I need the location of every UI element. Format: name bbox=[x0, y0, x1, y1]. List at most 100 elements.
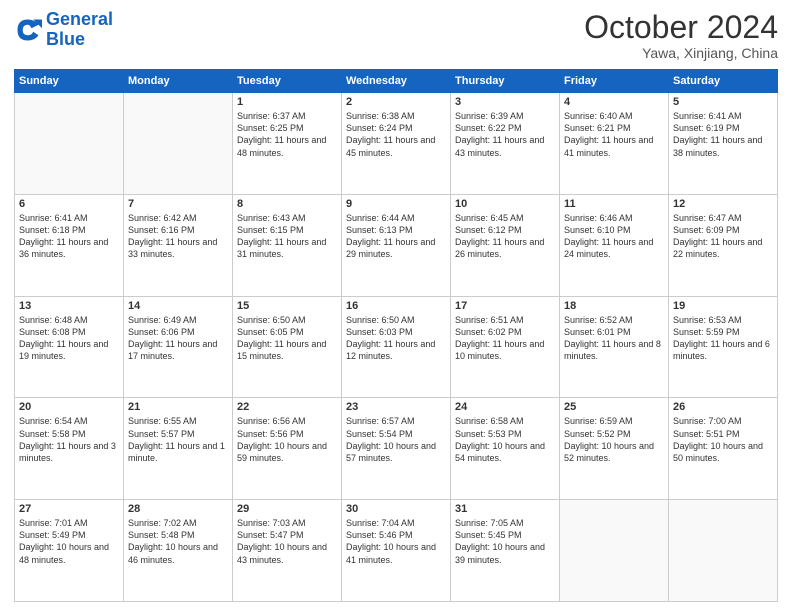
table-row: 27 Sunrise: 7:01 AM Sunset: 5:49 PM Dayli… bbox=[15, 500, 124, 602]
day-number: 2 bbox=[346, 96, 446, 108]
day-number: 18 bbox=[564, 300, 664, 312]
table-row: 29 Sunrise: 7:03 AM Sunset: 5:47 PM Dayli… bbox=[233, 500, 342, 602]
day-info: Sunrise: 6:47 AM Sunset: 6:09 PM Dayligh… bbox=[673, 212, 773, 261]
day-info: Sunrise: 6:37 AM Sunset: 6:25 PM Dayligh… bbox=[237, 110, 337, 159]
day-number: 25 bbox=[564, 401, 664, 413]
table-row: 11 Sunrise: 6:46 AM Sunset: 6:10 PM Dayli… bbox=[560, 194, 669, 296]
day-info: Sunrise: 6:39 AM Sunset: 6:22 PM Dayligh… bbox=[455, 110, 555, 159]
day-number: 15 bbox=[237, 300, 337, 312]
table-row: 24Sunrise: 6:58 AM Sunset: 5:53 PM Dayli… bbox=[451, 398, 560, 500]
day-info: Sunrise: 6:50 AM Sunset: 6:05 PM Dayligh… bbox=[237, 314, 337, 363]
calendar-week-row: 20 Sunrise: 6:54 AM Sunset: 5:58 PM Dayli… bbox=[15, 398, 778, 500]
day-info: Sunrise: 6:43 AM Sunset: 6:15 PM Dayligh… bbox=[237, 212, 337, 261]
day-number: 26 bbox=[673, 401, 773, 413]
logo: General Blue bbox=[14, 10, 113, 50]
day-info: Sunrise: 6:48 AM Sunset: 6:08 PM Dayligh… bbox=[19, 314, 119, 363]
day-number: 23 bbox=[346, 401, 446, 413]
table-row: 15 Sunrise: 6:50 AM Sunset: 6:05 PM Dayli… bbox=[233, 296, 342, 398]
day-info: Sunrise: 7:03 AM Sunset: 5:47 PM Dayligh… bbox=[237, 517, 337, 566]
table-row bbox=[669, 500, 778, 602]
table-row: 4Sunrise: 6:40 AM Sunset: 6:21 PM Daylig… bbox=[560, 93, 669, 195]
table-row: 12 Sunrise: 6:47 AM Sunset: 6:09 PM Dayli… bbox=[669, 194, 778, 296]
day-number: 16 bbox=[346, 300, 446, 312]
day-info: Sunrise: 6:49 AM Sunset: 6:06 PM Dayligh… bbox=[128, 314, 228, 363]
calendar-table: Sunday Monday Tuesday Wednesday Thursday… bbox=[14, 69, 778, 602]
table-row: 30 Sunrise: 7:04 AM Sunset: 5:46 PM Dayli… bbox=[342, 500, 451, 602]
day-number: 9 bbox=[346, 198, 446, 210]
table-row: 7Sunrise: 6:42 AM Sunset: 6:16 PM Daylig… bbox=[124, 194, 233, 296]
table-row: 9 Sunrise: 6:44 AM Sunset: 6:13 PM Daylig… bbox=[342, 194, 451, 296]
day-number: 22 bbox=[237, 401, 337, 413]
day-info: Sunrise: 6:38 AM Sunset: 6:24 PM Dayligh… bbox=[346, 110, 446, 159]
day-info: Sunrise: 6:44 AM Sunset: 6:13 PM Dayligh… bbox=[346, 212, 446, 261]
col-wednesday: Wednesday bbox=[342, 70, 451, 93]
day-info: Sunrise: 6:52 AM Sunset: 6:01 PM Dayligh… bbox=[564, 314, 664, 363]
day-number: 19 bbox=[673, 300, 773, 312]
day-info: Sunrise: 6:56 AM Sunset: 5:56 PM Dayligh… bbox=[237, 415, 337, 464]
day-number: 3 bbox=[455, 96, 555, 108]
day-number: 20 bbox=[19, 401, 119, 413]
table-row: 17Sunrise: 6:51 AM Sunset: 6:02 PM Dayli… bbox=[451, 296, 560, 398]
day-info: Sunrise: 6:50 AM Sunset: 6:03 PM Dayligh… bbox=[346, 314, 446, 363]
day-number: 8 bbox=[237, 198, 337, 210]
header: General Blue October 2024 Yawa, Xinjiang… bbox=[14, 10, 778, 61]
calendar-week-row: 13 Sunrise: 6:48 AM Sunset: 6:08 PM Dayli… bbox=[15, 296, 778, 398]
title-block: October 2024 Yawa, Xinjiang, China bbox=[584, 10, 778, 61]
table-row: 3 Sunrise: 6:39 AM Sunset: 6:22 PM Daylig… bbox=[451, 93, 560, 195]
day-info: Sunrise: 7:01 AM Sunset: 5:49 PM Dayligh… bbox=[19, 517, 119, 566]
table-row: 20 Sunrise: 6:54 AM Sunset: 5:58 PM Dayli… bbox=[15, 398, 124, 500]
table-row: 13 Sunrise: 6:48 AM Sunset: 6:08 PM Dayli… bbox=[15, 296, 124, 398]
table-row: 31Sunrise: 7:05 AM Sunset: 5:45 PM Dayli… bbox=[451, 500, 560, 602]
day-number: 5 bbox=[673, 96, 773, 108]
page: General Blue October 2024 Yawa, Xinjiang… bbox=[0, 0, 792, 612]
day-number: 14 bbox=[128, 300, 228, 312]
col-tuesday: Tuesday bbox=[233, 70, 342, 93]
col-thursday: Thursday bbox=[451, 70, 560, 93]
day-info: Sunrise: 6:55 AM Sunset: 5:57 PM Dayligh… bbox=[128, 415, 228, 464]
table-row: 25 Sunrise: 6:59 AM Sunset: 5:52 PM Dayli… bbox=[560, 398, 669, 500]
day-info: Sunrise: 6:51 AM Sunset: 6:02 PM Dayligh… bbox=[455, 314, 555, 363]
table-row: 1 Sunrise: 6:37 AM Sunset: 6:25 PM Daylig… bbox=[233, 93, 342, 195]
calendar-header-row: Sunday Monday Tuesday Wednesday Thursday… bbox=[15, 70, 778, 93]
day-number: 13 bbox=[19, 300, 119, 312]
col-monday: Monday bbox=[124, 70, 233, 93]
logo-line1: General bbox=[46, 9, 113, 29]
day-number: 30 bbox=[346, 503, 446, 515]
table-row: 16 Sunrise: 6:50 AM Sunset: 6:03 PM Dayli… bbox=[342, 296, 451, 398]
day-number: 21 bbox=[128, 401, 228, 413]
day-number: 27 bbox=[19, 503, 119, 515]
col-sunday: Sunday bbox=[15, 70, 124, 93]
day-info: Sunrise: 7:04 AM Sunset: 5:46 PM Dayligh… bbox=[346, 517, 446, 566]
day-number: 6 bbox=[19, 198, 119, 210]
day-info: Sunrise: 7:00 AM Sunset: 5:51 PM Dayligh… bbox=[673, 415, 773, 464]
day-info: Sunrise: 6:41 AM Sunset: 6:18 PM Dayligh… bbox=[19, 212, 119, 261]
logo-line2: Blue bbox=[46, 29, 85, 49]
calendar-week-row: 6 Sunrise: 6:41 AM Sunset: 6:18 PM Daylig… bbox=[15, 194, 778, 296]
table-row bbox=[124, 93, 233, 195]
day-info: Sunrise: 6:41 AM Sunset: 6:19 PM Dayligh… bbox=[673, 110, 773, 159]
logo-icon bbox=[14, 16, 42, 44]
table-row bbox=[560, 500, 669, 602]
day-info: Sunrise: 6:40 AM Sunset: 6:21 PM Dayligh… bbox=[564, 110, 664, 159]
day-number: 28 bbox=[128, 503, 228, 515]
col-friday: Friday bbox=[560, 70, 669, 93]
table-row: 2 Sunrise: 6:38 AM Sunset: 6:24 PM Daylig… bbox=[342, 93, 451, 195]
day-number: 11 bbox=[564, 198, 664, 210]
logo-text: General Blue bbox=[46, 10, 113, 50]
table-row: 23Sunrise: 6:57 AM Sunset: 5:54 PM Dayli… bbox=[342, 398, 451, 500]
table-row: 5 Sunrise: 6:41 AM Sunset: 6:19 PM Daylig… bbox=[669, 93, 778, 195]
day-number: 29 bbox=[237, 503, 337, 515]
table-row: 8 Sunrise: 6:43 AM Sunset: 6:15 PM Daylig… bbox=[233, 194, 342, 296]
day-number: 1 bbox=[237, 96, 337, 108]
table-row: 6 Sunrise: 6:41 AM Sunset: 6:18 PM Daylig… bbox=[15, 194, 124, 296]
day-info: Sunrise: 6:59 AM Sunset: 5:52 PM Dayligh… bbox=[564, 415, 664, 464]
day-info: Sunrise: 6:54 AM Sunset: 5:58 PM Dayligh… bbox=[19, 415, 119, 464]
day-number: 12 bbox=[673, 198, 773, 210]
table-row: 10Sunrise: 6:45 AM Sunset: 6:12 PM Dayli… bbox=[451, 194, 560, 296]
day-number: 31 bbox=[455, 503, 555, 515]
day-info: Sunrise: 6:45 AM Sunset: 6:12 PM Dayligh… bbox=[455, 212, 555, 261]
table-row: 19Sunrise: 6:53 AM Sunset: 5:59 PM Dayli… bbox=[669, 296, 778, 398]
table-row bbox=[15, 93, 124, 195]
day-info: Sunrise: 6:46 AM Sunset: 6:10 PM Dayligh… bbox=[564, 212, 664, 261]
table-row: 22 Sunrise: 6:56 AM Sunset: 5:56 PM Dayli… bbox=[233, 398, 342, 500]
